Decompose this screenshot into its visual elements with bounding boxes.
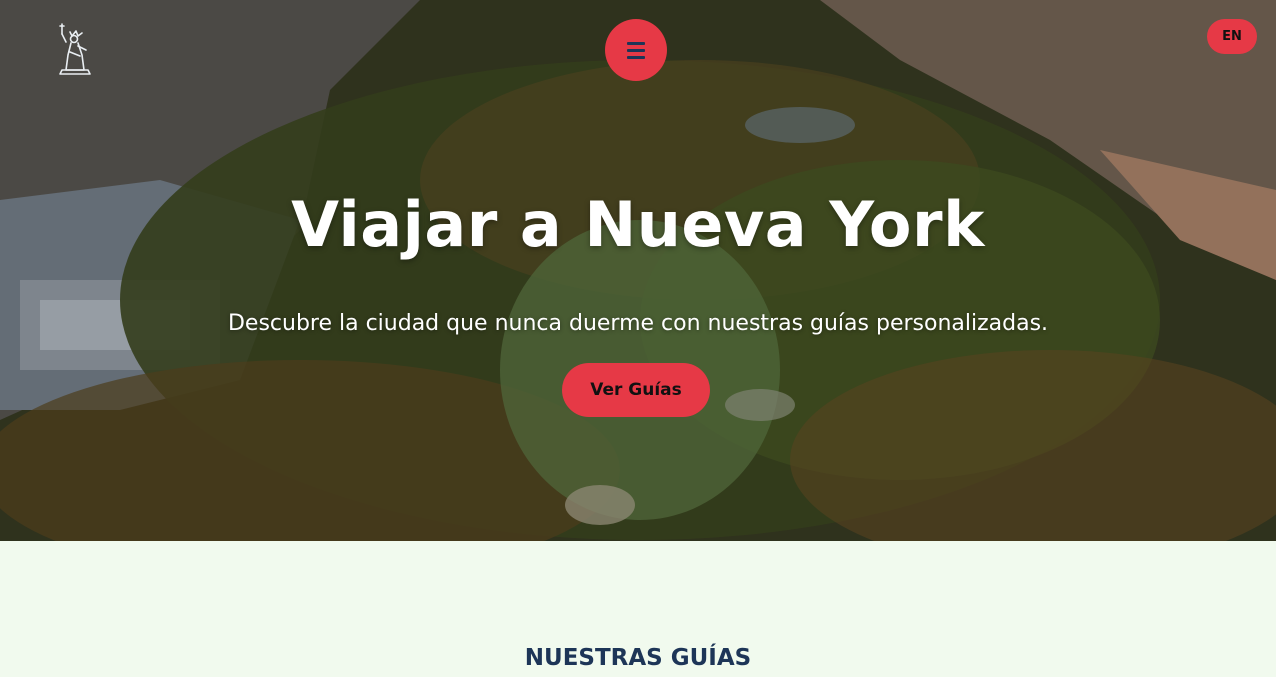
hero-section: EN Viajar a Nueva York Descubre la ciuda… <box>0 0 1276 541</box>
view-guides-button[interactable]: Ver Guías <box>562 363 710 417</box>
hamburger-menu-icon <box>627 41 645 59</box>
hero-title: Viajar a Nueva York <box>291 188 985 261</box>
statue-of-liberty-icon[interactable] <box>52 22 98 76</box>
guides-section: NUESTRAS GUÍAS <box>0 541 1276 677</box>
menu-button[interactable] <box>605 19 667 81</box>
hero-subtitle: Descubre la ciudad que nunca duerme con … <box>227 311 1049 336</box>
language-toggle-button[interactable]: EN <box>1207 19 1257 54</box>
guides-heading: NUESTRAS GUÍAS <box>524 645 752 671</box>
hero-overlay <box>0 0 1276 541</box>
